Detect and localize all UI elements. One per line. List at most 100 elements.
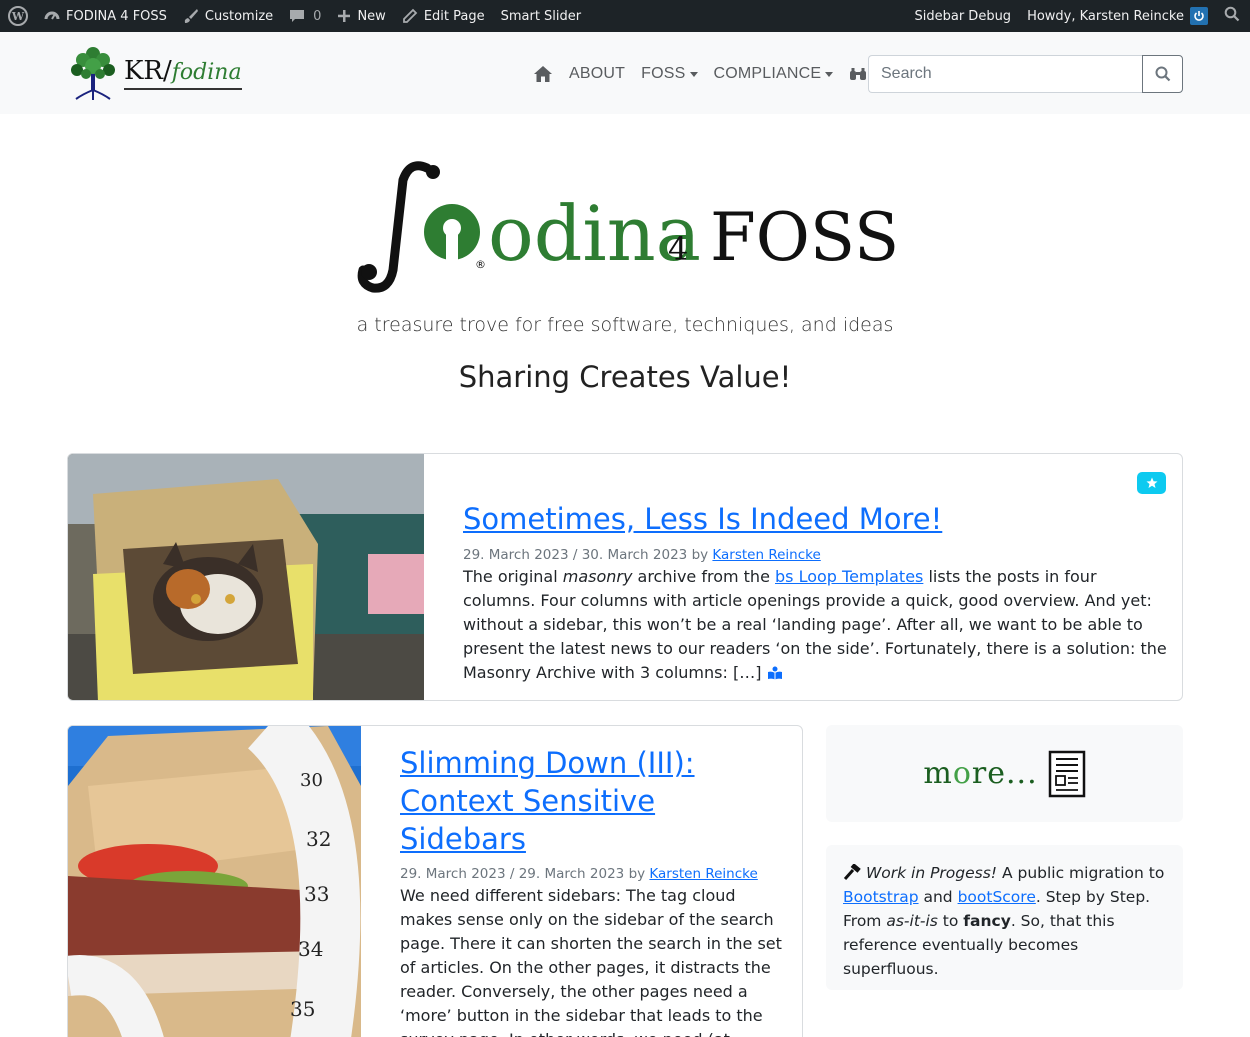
post-date: 29. March 2023: [400, 866, 506, 882]
new-content-link[interactable]: New: [329, 0, 393, 32]
sidebar-debug-label: Sidebar Debug: [914, 8, 1012, 24]
admin-bar: W FODINA 4 FOSS Customize 0 New Edit Pag…: [0, 0, 1250, 32]
svg-text:35: 35: [290, 997, 315, 1021]
smart-slider-link[interactable]: Smart Slider: [493, 0, 590, 32]
svg-text:®: ®: [475, 258, 486, 271]
hammer-icon: [843, 863, 861, 882]
post-excerpt: We need different sidebars: The tag clou…: [400, 886, 782, 1037]
nav-foss[interactable]: FOSS: [633, 65, 705, 83]
more-label: more...: [923, 756, 1037, 791]
customize-link[interactable]: Customize: [175, 0, 281, 32]
wip-text: and: [918, 888, 958, 906]
site-tagline: a treasure trove for free software, tech…: [356, 314, 894, 336]
kitten-in-box-image[interactable]: [68, 454, 424, 701]
home-icon: [534, 66, 552, 82]
post-meta: 29. March 2023 / 29. March 2023 by Karst…: [400, 866, 758, 882]
work-in-progress-note: Work in Progess! A public migration to B…: [826, 845, 1183, 990]
post-meta: 29. March 2023 / 30. March 2023 by Karst…: [463, 546, 821, 563]
main-nav: ABOUT FOSS COMPLIANCE: [525, 54, 887, 94]
site-name-link[interactable]: FODINA 4 FOSS: [36, 0, 175, 32]
svg-text:34: 34: [298, 937, 323, 961]
bs-loop-templates-link[interactable]: bs Loop Templates: [775, 567, 923, 586]
post-card-featured: Sometimes, Less Is Indeed More! 29. Marc…: [67, 453, 1183, 701]
brand-kr: KR/: [124, 56, 172, 86]
nav-compliance-label: COMPLIANCE: [713, 65, 822, 82]
comments-count: 0: [313, 8, 322, 24]
post-body: Sometimes, Less Is Indeed More! 29. Marc…: [463, 500, 1168, 685]
plus-icon: [337, 9, 351, 23]
pencil-icon: [402, 8, 418, 24]
chevron-down-icon: [689, 71, 698, 77]
site-name-label: FODINA 4 FOSS: [66, 8, 167, 24]
post-title-link[interactable]: Slimming Down (III): Context Sensitive S…: [400, 744, 790, 858]
customize-label: Customize: [204, 8, 274, 24]
more-rest: re...: [971, 756, 1038, 791]
author-link[interactable]: Karsten Reincke: [712, 547, 820, 563]
nav-home[interactable]: [525, 65, 561, 83]
post-excerpt: The original masonry archive from the bs…: [463, 565, 1168, 685]
excerpt-text: archive from the: [632, 566, 775, 586]
excerpt-text: The original: [463, 566, 563, 586]
post-date: 29. March 2023: [463, 546, 569, 563]
post-title-link[interactable]: Sometimes, Less Is Indeed More!: [463, 500, 1168, 539]
newspaper-icon: [1048, 750, 1085, 797]
search-icon: [1224, 6, 1240, 26]
svg-text:30: 30: [300, 770, 323, 791]
admin-search-button[interactable]: [1216, 0, 1250, 32]
nav-about-label: ABOUT: [569, 65, 626, 82]
star-icon: [1146, 477, 1157, 488]
brand-fodina: fodina: [171, 60, 242, 85]
bootstrap-link[interactable]: Bootstrap: [843, 888, 919, 906]
svg-text:33: 33: [304, 882, 329, 906]
author-link[interactable]: Karsten Reincke: [649, 866, 757, 882]
more-m: m: [923, 756, 953, 791]
nav-about[interactable]: ABOUT: [561, 65, 633, 83]
new-label: New: [357, 8, 386, 24]
site-slogan: Sharing Creates Value!: [458, 360, 792, 394]
howdy-label: Howdy, Karsten Reincke: [1027, 8, 1184, 24]
brand-logo-link[interactable]: KR/fodina: [68, 44, 248, 102]
binoculars-icon: [850, 68, 867, 80]
logo-four: 4: [668, 230, 688, 268]
post-updated: 29. March 2023: [518, 866, 625, 882]
logo-foss: FOSS: [710, 199, 895, 276]
read-more-icon[interactable]: [767, 663, 783, 682]
post-body: Slimming Down (III): Context Sensitive S…: [400, 744, 790, 1037]
wip-text: to: [937, 912, 964, 930]
by-label: by: [691, 546, 709, 563]
wip-strong: fancy: [963, 912, 1011, 930]
search-input[interactable]: [868, 55, 1142, 93]
more-button[interactable]: more...: [826, 725, 1183, 822]
brand-text: KR/fodina: [124, 56, 242, 90]
wip-text: A public migration to: [997, 864, 1165, 882]
edit-page-link[interactable]: Edit Page: [394, 0, 493, 32]
my-account-link[interactable]: Howdy, Karsten Reincke: [1019, 0, 1216, 32]
wip-emphasis: Work in Progess!: [865, 864, 998, 882]
tree-logo-icon: [71, 47, 115, 100]
sticky-badge: [1137, 472, 1166, 494]
search-form: [868, 55, 1183, 93]
bootscore-link[interactable]: bootScore: [958, 888, 1036, 906]
search-icon: [1155, 66, 1170, 82]
wordpress-icon: W: [8, 6, 28, 26]
fodina-4-foss-logo: ® odina 4 FOSS: [357, 161, 895, 293]
edit-page-label: Edit Page: [423, 8, 485, 24]
wordpress-logo-button[interactable]: W: [0, 0, 36, 32]
dashboard-icon: [44, 8, 60, 24]
wip-emphasis: as-it-is: [886, 912, 938, 930]
svg-text:32: 32: [306, 827, 331, 851]
post-card: 30 32 33 34 35 Slimming Down (III): Cont…: [67, 725, 803, 1037]
nav-compliance[interactable]: COMPLIANCE: [706, 65, 842, 83]
main-navbar: KR/fodina ABOUT FOSS COMPLIANCE: [0, 32, 1250, 114]
excerpt-emphasis: masonry: [562, 566, 633, 586]
sidebar-debug-link[interactable]: Sidebar Debug: [907, 0, 1020, 32]
post-updated: 30. March 2023: [581, 546, 688, 563]
chevron-down-icon: [825, 71, 834, 77]
search-button[interactable]: [1142, 55, 1183, 93]
nav-foss-label: FOSS: [641, 65, 686, 82]
comments-link[interactable]: 0: [281, 0, 329, 32]
by-label: by: [628, 866, 646, 882]
brush-icon: [183, 8, 199, 24]
sandwich-measuring-tape-image[interactable]: 30 32 33 34 35: [68, 726, 361, 1037]
more-o: o: [952, 756, 972, 791]
